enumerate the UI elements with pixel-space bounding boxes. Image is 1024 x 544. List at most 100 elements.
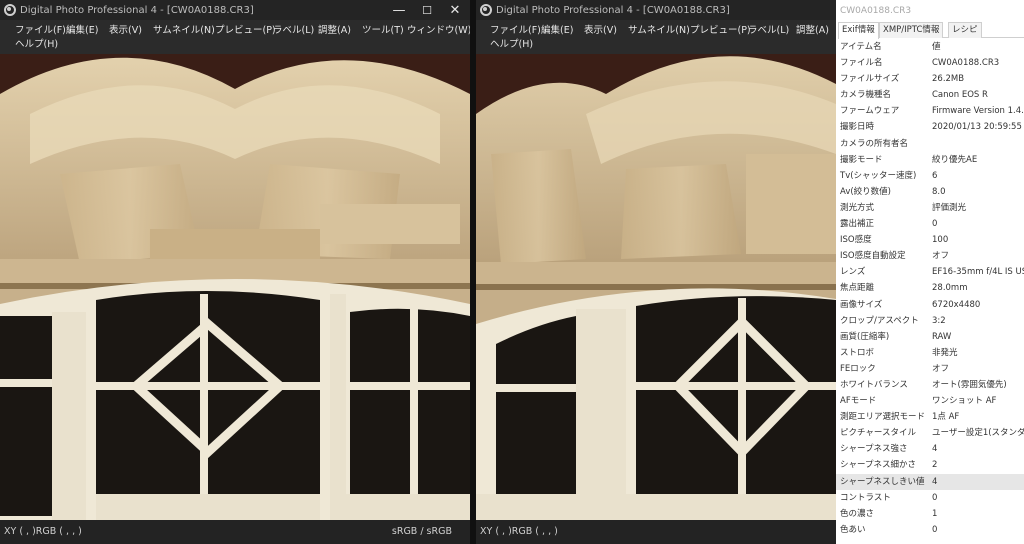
menu-file[interactable]: ファイル(F) [15, 24, 66, 38]
exif-row[interactable]: ホワイトバランス オート(雰囲気優先) [836, 377, 1024, 393]
right-title-bar[interactable]: Digital Photo Professional 4 - [CW0A0188… [476, 0, 836, 20]
menu-window[interactable]: ウィンドウ(W) [407, 24, 470, 38]
exif-row-value: CW0A0188.CR3 [932, 58, 1000, 69]
exif-row-key: 測光方式 [840, 202, 875, 213]
exif-row[interactable]: シャープネスしきい値 4 [836, 473, 1024, 490]
exif-row-value: 6 [932, 170, 938, 181]
right-menu-bar: ファイル(F) 編集(E) 表示(V) サムネイル(N) プレビュー(P) ラベ… [476, 20, 836, 54]
exif-row[interactable]: ストロボ 非発光 [836, 345, 1024, 361]
menu-adjust[interactable]: 調整(A) [318, 24, 351, 38]
maximize-button[interactable]: ☐ [412, 0, 442, 20]
exif-row-value: RAW [932, 331, 952, 342]
exif-row[interactable]: レンズ EF16-35mm f/4L IS USM [836, 264, 1024, 280]
exif-row-key: コントラスト [840, 492, 891, 503]
column-header-value: 値 [932, 42, 941, 52]
left-window-title: Digital Photo Professional 4 - [CW0A0188… [20, 4, 254, 16]
exif-row-value: 0 [932, 524, 938, 535]
app-logo-icon [4, 4, 16, 16]
menu-preview[interactable]: プレビュー(P) [215, 24, 276, 38]
exif-row[interactable]: FEロック オフ [836, 361, 1024, 377]
exif-row-key: 撮影モード [840, 154, 883, 165]
exif-row-value: 0 [932, 492, 938, 503]
exif-row[interactable]: コントラスト 0 [836, 490, 1024, 506]
exif-row[interactable]: 測距エリア選択モード 1点 AF [836, 409, 1024, 425]
exif-row[interactable]: 色あい 0 [836, 522, 1024, 538]
exif-row-key: 撮影日時 [840, 122, 875, 133]
left-coordinate-readout: XY ( , )RGB ( , , ) [4, 526, 82, 537]
menu-adjust[interactable]: 調整(A) [796, 24, 829, 38]
left-image-preview[interactable] [0, 54, 470, 520]
menu-edit[interactable]: 編集(E) [66, 24, 98, 38]
exif-row[interactable]: ファームウェア Firmware Version 1.4.0 [836, 103, 1024, 119]
exif-row-value: 1点 AF [932, 412, 960, 423]
exif-row[interactable]: 色の濃さ 1 [836, 506, 1024, 522]
right-preview-window: Digital Photo Professional 4 - [CW0A0188… [476, 0, 836, 544]
exif-row-key: ISO感度自動設定 [840, 251, 906, 262]
exif-row[interactable]: 画像サイズ 6720x4480 [836, 297, 1024, 313]
minimize-button[interactable]: — [384, 0, 414, 20]
menu-preview[interactable]: プレビュー(P) [690, 24, 751, 38]
exif-row[interactable]: ファイルサイズ 26.2MB [836, 71, 1024, 87]
right-image-preview[interactable] [476, 54, 836, 520]
menu-tools[interactable]: ツール(T) [362, 24, 404, 38]
exif-row-key: AFモード [840, 396, 877, 407]
exif-row-key: Tv(シャッター速度) [840, 170, 917, 181]
menu-label[interactable]: ラベル(L) [273, 24, 314, 38]
exif-row[interactable]: 焦点距離 28.0mm [836, 280, 1024, 296]
info-panel-title: CW0A0188.CR3 [840, 6, 912, 16]
exif-row-value: 28.0mm [932, 283, 968, 294]
left-status-bar: XY ( , )RGB ( , , ) sRGB / sRGB [0, 520, 470, 544]
left-title-bar[interactable]: Digital Photo Professional 4 - [CW0A0188… [0, 0, 470, 20]
exif-row[interactable]: ISO感度自動設定 オフ [836, 248, 1024, 264]
exif-row-key: 画像サイズ [840, 299, 883, 310]
menu-help[interactable]: ヘルプ(H) [15, 38, 58, 52]
exif-row[interactable]: 撮影モード 絞り優先AE [836, 152, 1024, 168]
menu-view[interactable]: 表示(V) [109, 24, 142, 38]
exif-row[interactable]: ISO感度 100 [836, 232, 1024, 248]
tab-xmp-iptc[interactable]: XMP/IPTC情報 [879, 22, 944, 38]
exif-row[interactable]: AFモード ワンショット AF [836, 393, 1024, 409]
exif-row-value: 26.2MB [932, 74, 965, 85]
exif-row-key: ファイルサイズ [840, 74, 900, 85]
column-header-item: アイテム名 [840, 42, 882, 52]
exif-row-value: オフ [932, 363, 950, 374]
exif-row[interactable]: Av(絞り数値) 8.0 [836, 184, 1024, 200]
tab-exif[interactable]: Exif情報 [838, 22, 879, 39]
right-window-title: Digital Photo Professional 4 - [CW0A0188… [496, 4, 730, 16]
exif-row[interactable]: Tv(シャッター速度) 6 [836, 168, 1024, 184]
exif-row-key: シャープネス細かさ [840, 460, 916, 471]
exif-row-key: 色の濃さ [840, 508, 875, 519]
exif-row[interactable]: シャープネス細かさ 2 [836, 457, 1024, 473]
exif-row[interactable]: カメラ機種名 Canon EOS R [836, 87, 1024, 103]
right-photo [476, 54, 836, 520]
exif-row[interactable]: 画質(圧縮率) RAW [836, 329, 1024, 345]
exif-row-value: 2 [932, 460, 938, 471]
exif-row[interactable]: クロップ/アスペクト 3:2 [836, 313, 1024, 329]
menu-thumbnail[interactable]: サムネイル(N) [153, 24, 215, 38]
exif-table: アイテム名 値 ファイル名 CW0A0188.CR3 ファイルサイズ 26.2MB カメ… [836, 39, 1024, 538]
menu-view[interactable]: 表示(V) [584, 24, 617, 38]
exif-row-key: 露出補正 [840, 219, 875, 230]
menu-thumbnail[interactable]: サムネイル(N) [628, 24, 690, 38]
exif-row[interactable]: 露出補正 0 [836, 216, 1024, 232]
menu-file[interactable]: ファイル(F) [490, 24, 541, 38]
exif-row-key: ピクチャースタイル [840, 428, 916, 439]
exif-row[interactable]: カメラの所有者名 [836, 136, 1024, 152]
menu-edit[interactable]: 編集(E) [541, 24, 573, 38]
menu-help[interactable]: ヘルプ(H) [490, 38, 533, 52]
exif-row-value: 8.0 [932, 186, 946, 197]
exif-row[interactable]: シャープネス強さ 4 [836, 441, 1024, 457]
exif-row-value: 非発光 [932, 347, 958, 358]
menu-label[interactable]: ラベル(L) [748, 24, 789, 38]
close-button[interactable]: ✕ [440, 0, 470, 20]
exif-row[interactable]: 測光方式 評価測光 [836, 200, 1024, 216]
exif-row-key: クロップ/アスペクト [840, 315, 919, 326]
tab-recipe[interactable]: レシピ [948, 22, 982, 38]
exif-row[interactable]: ピクチャースタイル ユーザー設定1(スタンダード) [836, 425, 1024, 441]
exif-row-key: ISO感度 [840, 235, 872, 246]
exif-row-value: 1 [932, 508, 938, 519]
exif-row[interactable]: 撮影日時 2020/01/13 20:59:55 [836, 119, 1024, 135]
exif-row[interactable]: ファイル名 CW0A0188.CR3 [836, 55, 1024, 71]
exif-row-value: 4 [932, 444, 938, 455]
exif-row-key: 色あい [840, 524, 866, 535]
